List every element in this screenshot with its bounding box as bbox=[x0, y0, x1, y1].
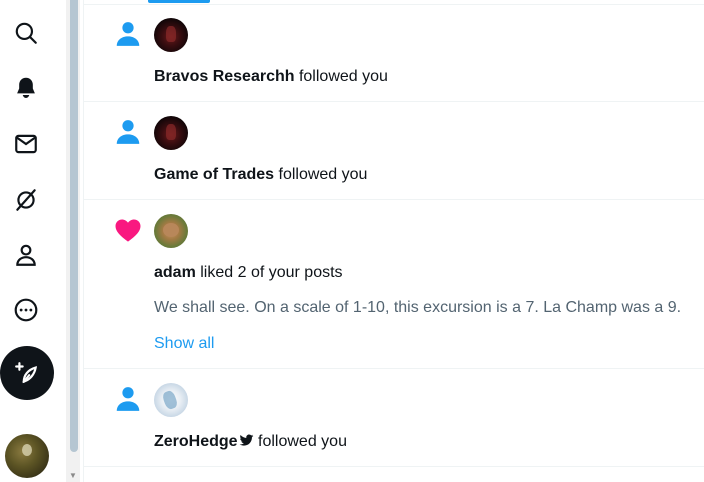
user-name[interactable]: Bravos Researchh bbox=[154, 68, 295, 85]
feather-plus-icon bbox=[15, 362, 38, 384]
more-icon bbox=[14, 298, 38, 322]
nav-grok[interactable] bbox=[4, 178, 48, 222]
action-text: followed you bbox=[274, 166, 368, 183]
bell-icon bbox=[17, 77, 35, 98]
person-icon bbox=[112, 116, 144, 148]
divider bbox=[83, 199, 704, 200]
notification-text: ZeroHedge followed you bbox=[154, 432, 347, 452]
show-all-link[interactable]: Show all bbox=[154, 334, 214, 354]
scrollbar-thumb[interactable] bbox=[70, 0, 78, 452]
divider bbox=[83, 4, 704, 5]
heart-icon bbox=[112, 214, 144, 246]
mail-icon bbox=[15, 134, 37, 154]
account-avatar[interactable] bbox=[5, 434, 49, 478]
divider bbox=[83, 368, 704, 369]
post-snippet[interactable]: We shall see. On a scale of 1-10, this e… bbox=[154, 298, 681, 318]
nav-search[interactable] bbox=[4, 11, 48, 55]
bird-icon bbox=[239, 434, 253, 446]
notification-text: Bravos Researchh followed you bbox=[154, 67, 388, 87]
search-icon bbox=[15, 22, 37, 44]
action-text: followed you bbox=[253, 433, 347, 450]
avatar[interactable] bbox=[154, 383, 188, 417]
avatar[interactable] bbox=[154, 18, 188, 52]
divider bbox=[83, 101, 704, 102]
grok-icon bbox=[16, 189, 36, 211]
avatar[interactable] bbox=[154, 214, 188, 248]
person-icon bbox=[112, 383, 144, 415]
notification-text: Game of Trades followed you bbox=[154, 165, 367, 185]
scroll-down-arrow[interactable]: ▼ bbox=[68, 472, 78, 480]
user-name[interactable]: ZeroHedge bbox=[154, 433, 238, 450]
action-text: followed you bbox=[294, 68, 388, 85]
user-name[interactable]: adam bbox=[154, 264, 196, 281]
nav-notifications[interactable] bbox=[4, 66, 48, 110]
avatar[interactable] bbox=[154, 116, 188, 150]
nav-more[interactable] bbox=[4, 288, 48, 332]
active-tab-indicator bbox=[148, 0, 210, 3]
nav-profile[interactable] bbox=[4, 233, 48, 277]
nav-messages[interactable] bbox=[4, 122, 48, 166]
compose-post-button[interactable] bbox=[0, 346, 54, 400]
notification-text: adam liked 2 of your posts bbox=[154, 263, 343, 283]
divider bbox=[83, 466, 704, 467]
profile-icon bbox=[16, 244, 36, 266]
person-icon bbox=[112, 18, 144, 50]
action-text: liked 2 of your posts bbox=[195, 264, 343, 281]
user-name[interactable]: Game of Trades bbox=[154, 166, 274, 183]
sidebar-nav bbox=[0, 0, 54, 482]
